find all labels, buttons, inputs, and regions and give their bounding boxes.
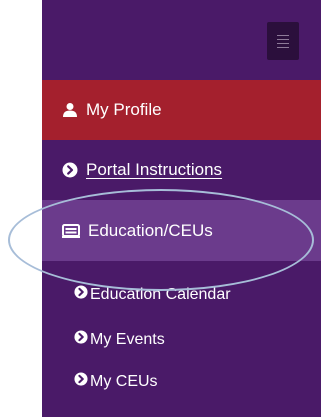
nav-item-my-profile[interactable]: My Profile bbox=[42, 80, 321, 140]
chevron-circle-right-icon bbox=[74, 285, 88, 299]
subnav-item-label: Education Calendar bbox=[90, 286, 231, 303]
subnav-item-education-calendar[interactable]: Education Calendar bbox=[42, 275, 321, 315]
sidebar-nav: My Profile Portal Instructions Education… bbox=[42, 0, 321, 417]
chevron-circle-right-icon bbox=[62, 162, 78, 178]
subnav-item-my-ceus[interactable]: My CEUs bbox=[42, 362, 321, 402]
hamburger-icon bbox=[277, 34, 289, 48]
subnav-item-label: My CEUs bbox=[90, 373, 158, 390]
nav-item-education-ceus[interactable]: Education/CEUs bbox=[42, 200, 321, 261]
user-icon bbox=[62, 102, 78, 118]
nav-item-label: Portal Instructions bbox=[86, 160, 223, 179]
chevron-circle-right-icon bbox=[74, 330, 88, 344]
subnav-item-label: My Events bbox=[90, 331, 165, 348]
nav-item-label: My Profile bbox=[86, 100, 162, 119]
nav-item-portal-instructions[interactable]: Portal Instructions bbox=[42, 140, 321, 200]
id-card-icon bbox=[62, 223, 80, 239]
hamburger-menu-button[interactable] bbox=[267, 22, 299, 60]
chevron-circle-right-icon bbox=[74, 372, 88, 386]
subnav-item-my-events[interactable]: My Events bbox=[42, 320, 321, 360]
nav-item-label: Education/CEUs bbox=[88, 220, 213, 240]
